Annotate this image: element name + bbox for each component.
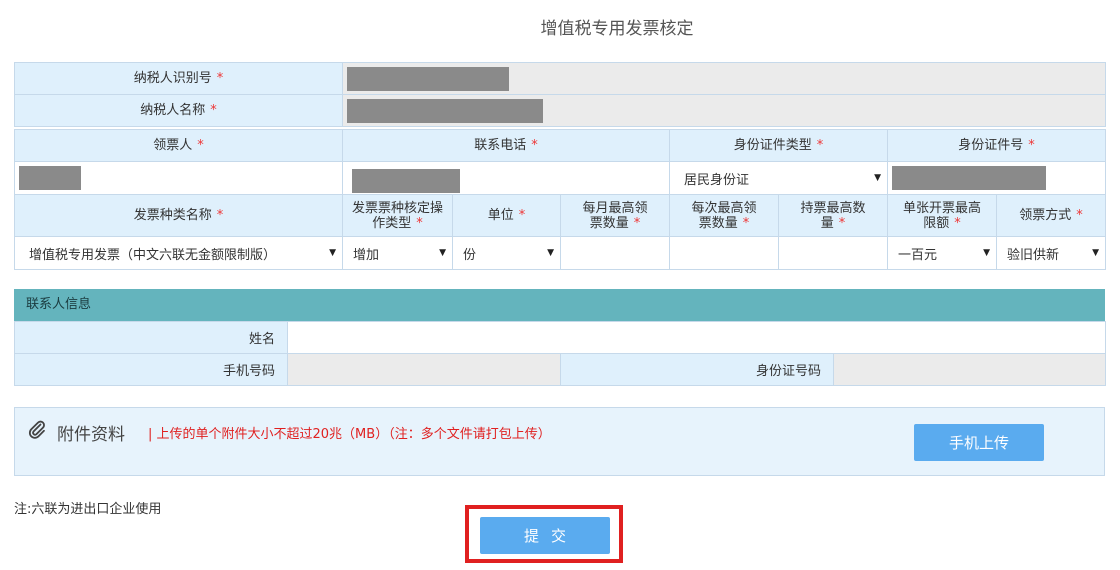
redacted-block	[347, 66, 509, 91]
taxpayer-table: 纳税人识别号 * 纳税人名称 *	[14, 62, 1106, 127]
required-mark: *	[1028, 138, 1035, 153]
redacted-block	[352, 169, 460, 193]
id-number-input[interactable]	[887, 161, 1106, 195]
required-mark: *	[216, 208, 224, 223]
submit-button[interactable]: 提交	[480, 517, 610, 554]
required-mark: *	[816, 138, 824, 153]
op-type-select[interactable]: 增加 ▼	[342, 236, 453, 270]
method-select[interactable]: 验旧供新 ▼	[996, 236, 1106, 270]
attachment-panel: 附件资料 | 上传的单个附件大小不超过20兆（MB）（注：多个文件请打包上传） …	[14, 407, 1105, 476]
required-mark: *	[531, 138, 538, 153]
chevron-down-icon: ▼	[874, 173, 881, 183]
redacted-block	[347, 98, 543, 123]
required-mark: *	[210, 103, 217, 118]
phone-input[interactable]	[342, 161, 670, 195]
phone-label: 联系电话 *	[342, 129, 670, 162]
contact-mobile-input[interactable]	[287, 353, 561, 386]
monthly-max-input[interactable]	[560, 236, 670, 270]
single-limit-header: 单张开票最高限额 *	[887, 194, 997, 237]
mobile-upload-button[interactable]: 手机上传	[914, 424, 1044, 461]
chevron-down-icon: ▼	[983, 248, 990, 258]
required-mark: *	[197, 138, 204, 153]
monthly-max-header: 每月最高领票数量 *	[560, 194, 670, 237]
invoice-table: 领票人 * 联系电话 * 身份证件类型 * 身份证件号 * 居民身份证 ▼ 发票…	[14, 129, 1106, 270]
single-limit-select[interactable]: 一百元 ▼	[887, 236, 997, 270]
required-mark: *	[1076, 208, 1083, 223]
required-mark: *	[216, 71, 224, 86]
op-type-header: 发票票种核定操作类型 *	[342, 194, 453, 237]
chevron-down-icon: ▼	[547, 248, 554, 258]
required-mark: *	[633, 215, 641, 231]
per-time-max-input[interactable]	[669, 236, 779, 270]
unit-header: 单位 *	[452, 194, 561, 237]
holding-max-input[interactable]	[778, 236, 888, 270]
taxpayer-id-label: 纳税人识别号 *	[14, 62, 343, 95]
invoice-type-header: 发票种类名称 *	[14, 194, 343, 237]
taxpayer-name-label: 纳税人名称 *	[14, 94, 343, 127]
method-header: 领票方式 *	[996, 194, 1106, 237]
id-type-label: 身份证件类型 *	[669, 129, 888, 162]
chevron-down-icon: ▼	[329, 248, 336, 258]
contact-name-label: 姓名	[14, 321, 288, 354]
contact-table: 姓名 手机号码 身份证号码	[14, 321, 1106, 386]
required-mark: *	[838, 215, 846, 231]
redacted-block	[19, 166, 81, 190]
contact-mobile-label: 手机号码	[14, 353, 288, 386]
chevron-down-icon: ▼	[1092, 248, 1099, 258]
required-mark: *	[742, 215, 750, 231]
holding-max-header: 持票最高数量 *	[778, 194, 888, 237]
page-title: 增值税专用发票核定	[540, 19, 694, 39]
recipient-label: 领票人 *	[14, 129, 343, 162]
required-mark: *	[416, 215, 423, 231]
chevron-down-icon: ▼	[439, 248, 446, 258]
per-time-max-header: 每次最高领票数量 *	[669, 194, 779, 237]
contact-name-input[interactable]	[287, 321, 1106, 354]
required-mark: *	[954, 215, 961, 231]
taxpayer-name-value	[342, 94, 1106, 127]
contact-id-input[interactable]	[833, 353, 1106, 386]
id-number-label: 身份证件号 *	[887, 129, 1106, 162]
attachment-note: | 上传的单个附件大小不超过20兆（MB）（注：多个文件请打包上传）	[148, 427, 551, 442]
footnote: 注:六联为进出口企业使用	[14, 502, 162, 517]
contact-section-header: 联系人信息	[14, 289, 1105, 321]
redacted-block	[892, 166, 1046, 190]
invoice-type-select[interactable]: 增值税专用发票（中文六联无金额限制版） ▼	[14, 236, 343, 270]
unit-select[interactable]: 份 ▼	[452, 236, 561, 270]
recipient-input[interactable]	[14, 161, 343, 195]
contact-id-label: 身份证号码	[560, 353, 834, 386]
id-type-select[interactable]: 居民身份证 ▼	[669, 161, 888, 195]
required-mark: *	[518, 208, 526, 223]
taxpayer-id-value	[342, 62, 1106, 95]
